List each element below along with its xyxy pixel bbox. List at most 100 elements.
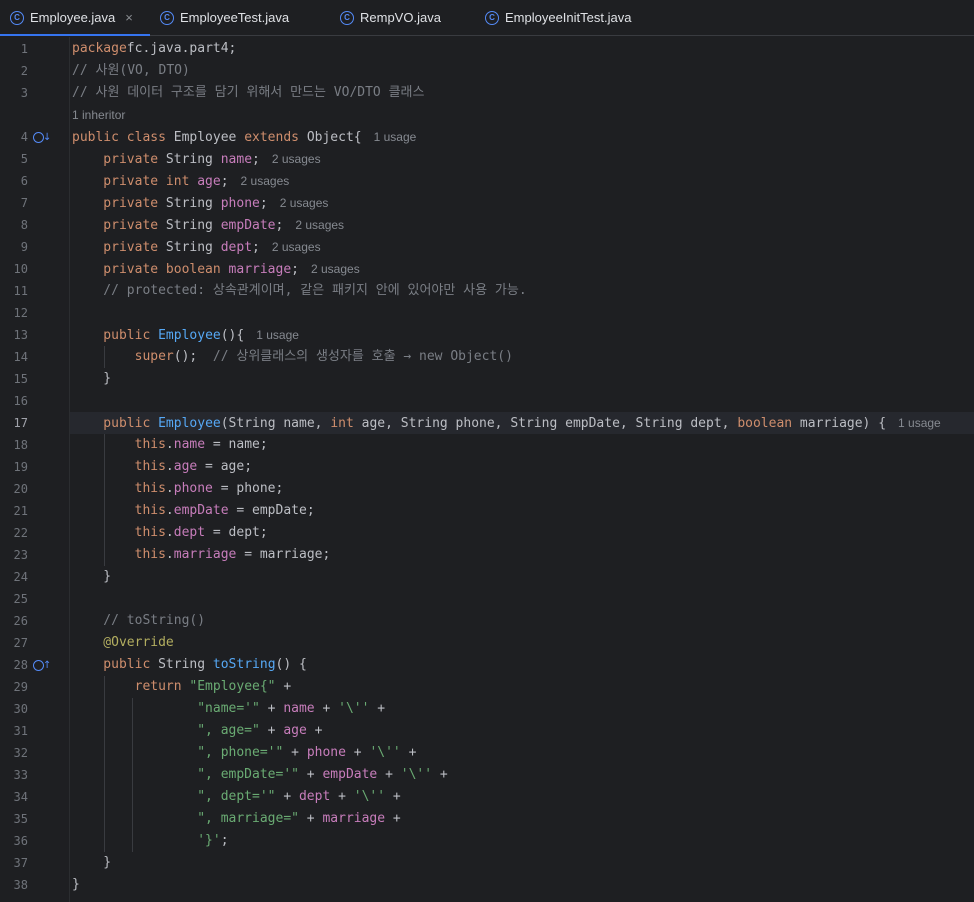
code-token: empDate [220,218,276,233]
overrides-up-icon[interactable]: ↑ [33,658,51,672]
line-number: 30 [13,702,28,716]
close-icon[interactable]: × [125,10,133,25]
tab-employeeinittest-java[interactable]: C EmployeeInitTest.java [475,0,665,35]
code-line[interactable]: // toString() [70,610,974,632]
code-token: + [385,811,401,826]
code-line[interactable]: ", empDate='" + empDate + '\'' + [70,764,974,786]
code-line[interactable]: } [70,852,974,874]
code-line[interactable] [70,390,974,412]
tab-employee-java[interactable]: C Employee.java × [0,0,150,36]
code-token: ; [275,218,284,233]
line-number: 1 [20,42,28,56]
code-line[interactable]: private String empDate; 2 usages [70,214,974,236]
code-token: Employee [158,416,221,431]
code-line[interactable]: } [70,566,974,588]
code-line[interactable]: private String dept; 2 usages [70,236,974,258]
code-token: ", age=" [72,723,260,738]
code-line[interactable]: public Employee(String name, int age, St… [70,412,974,434]
code-line[interactable]: public String toString() { [70,654,974,676]
code-line[interactable]: } [70,874,974,896]
tab-label: RempVO.java [360,10,441,25]
code-token: private [72,152,159,167]
line-number: 16 [13,394,28,408]
line-number: 5 [20,152,28,166]
code-line[interactable] [70,588,974,610]
code-line[interactable]: private boolean marriage; 2 usages [70,258,974,280]
code-line[interactable]: this.marriage = marriage; [70,544,974,566]
code-line[interactable]: this.name = name; [70,434,974,456]
implemented-down-icon[interactable]: ↓ [33,130,51,144]
code-line[interactable]: ", dept='" + dept + '\'' + [70,786,974,808]
code-token: . [165,481,174,496]
code-line[interactable]: // protected: 상속관계이며, 같은 패키지 안에 있어야만 사용 … [70,280,974,302]
code-token: this [72,525,166,540]
code-token: name [220,152,253,167]
usages-hint[interactable]: 1 usage [898,416,941,430]
code-line[interactable]: @Override [70,632,974,654]
code-token: (String name, [220,416,331,431]
code-token: return [72,679,182,694]
usages-hint[interactable]: 1 usage [256,328,299,342]
java-class-icon: C [485,10,499,25]
code-line[interactable]: this.empDate = empDate; [70,500,974,522]
code-line[interactable]: } [70,368,974,390]
code-token: ; [252,152,260,167]
line-number: 28 [13,658,28,672]
code-token: // 상위클래스의 생성자를 호출 → new Object() [212,349,513,364]
code-line[interactable]: this.phone = phone; [70,478,974,500]
line-number: 34 [13,790,28,804]
code-line[interactable]: super(); // 상위클래스의 생성자를 호출 → new Object(… [70,346,974,368]
usages-hint[interactable]: 2 usages [311,262,360,276]
usages-hint[interactable]: 2 usages [272,152,321,166]
code-token: ; [252,240,260,255]
code-token: // toString() [72,613,206,628]
code-token: this [72,547,166,562]
code-line[interactable] [70,302,974,324]
usages-hint[interactable]: 1 usage [374,130,417,144]
code-line[interactable]: return "Employee{" + [70,676,974,698]
code-line[interactable]: ", age=" + age + [70,720,974,742]
code-line[interactable]: '}'; [70,830,974,852]
code-line[interactable]: packagefc.java.part4; [70,38,974,60]
code-token: + [369,701,386,716]
code-token: ; [220,174,229,189]
usages-hint[interactable]: 2 usages [295,218,344,232]
code-line[interactable]: public class Employee extends Object{1 u… [70,126,974,148]
code-token: marriage [173,547,237,562]
code-line[interactable]: // 사원(VO, DTO) [70,60,974,82]
line-number: 7 [20,196,28,210]
indent-guide [104,676,105,852]
code-line[interactable]: this.dept = dept; [70,522,974,544]
code-token: . [165,525,174,540]
code-line[interactable]: private String phone; 2 usages [70,192,974,214]
code-line[interactable]: public Employee(){1 usage [70,324,974,346]
tab-rempvo-java[interactable]: C RempVO.java [330,0,475,35]
tab-employeetest-java[interactable]: C EmployeeTest.java [150,0,330,35]
code-line[interactable]: this.age = age; [70,456,974,478]
code-line[interactable]: "name='" + name + '\'' + [70,698,974,720]
usages-hint[interactable]: 2 usages [272,240,321,254]
code-line[interactable]: private String name; 2 usages [70,148,974,170]
line-number: 15 [13,372,28,386]
code-token: + [400,745,417,760]
code-token: ", marriage=" [72,811,299,826]
line-number: 32 [13,746,28,760]
code-line[interactable]: ", marriage=" + marriage + [70,808,974,830]
code-token: // 사원 데이터 구조를 담기 위해서 만드는 VO/DTO 클래스 [72,85,425,100]
code-token: package [72,41,127,56]
line-number: 35 [13,812,28,826]
code-line[interactable]: private int age; 2 usages [70,170,974,192]
code-token: = empDate; [228,503,315,518]
code-line[interactable]: // 사원 데이터 구조를 담기 위해서 만드는 VO/DTO 클래스 [70,82,974,104]
line-number: 26 [13,614,28,628]
line-number: 22 [13,526,28,540]
inheritors-hint[interactable]: 1 inheritor [72,104,125,126]
code-line[interactable]: ", phone='" + phone + '\'' + [70,742,974,764]
code-token: (); [173,349,213,364]
usages-hint[interactable]: 2 usages [280,196,329,210]
code-token: Object{ [299,130,362,145]
code-token: this [72,459,166,474]
usages-hint[interactable]: 2 usages [241,174,290,188]
code-editor[interactable]: packagefc.java.part4; // 사원(VO, DTO) // 사원… [70,37,974,902]
